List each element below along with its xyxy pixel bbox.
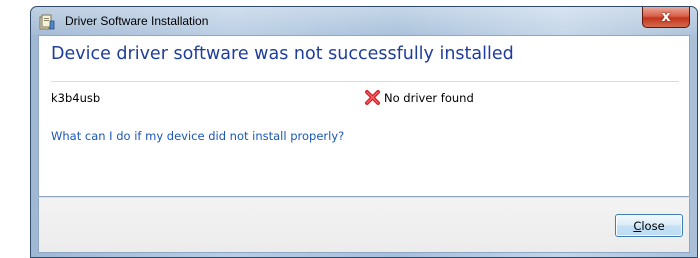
close-button-label: lose — [641, 218, 665, 233]
close-button-accelerator: C — [633, 218, 642, 233]
page-title: Device driver software was not successfu… — [51, 44, 514, 64]
dialog-footer: Close — [38, 197, 690, 253]
driver-installation-icon — [39, 14, 55, 30]
device-status: No driver found — [364, 89, 474, 106]
dialog-content: Device driver software was not successfu… — [38, 35, 690, 197]
close-icon: x — [661, 9, 671, 25]
window-close-button[interactable]: x — [642, 7, 690, 28]
device-status-text: No driver found — [384, 90, 474, 105]
close-button[interactable]: Close — [615, 214, 683, 237]
help-link[interactable]: What can I do if my device did not insta… — [51, 129, 344, 143]
title-bar[interactable]: Driver Software Installation x — [31, 7, 697, 35]
divider — [51, 81, 679, 82]
window-title: Driver Software Installation — [65, 14, 209, 28]
red-x-error-icon — [364, 89, 381, 106]
device-name: k3b4usb — [51, 91, 101, 105]
dialog-window: Driver Software Installation x Device dr… — [30, 6, 698, 258]
